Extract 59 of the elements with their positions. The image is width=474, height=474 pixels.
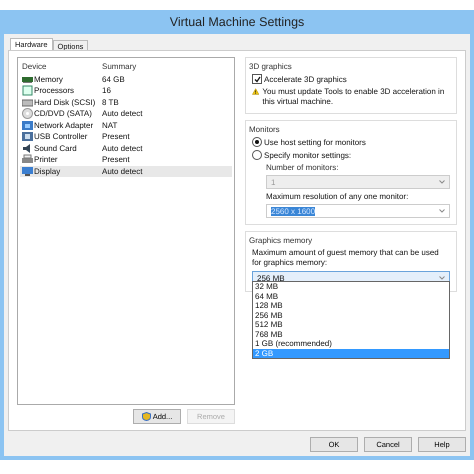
column-header: Summary [101, 62, 136, 72]
radio-button[interactable] [252, 150, 262, 160]
device-row[interactable]: USB Controller Present [20, 131, 232, 142]
checkbox-label: Accelerate 3D graphics [264, 74, 347, 84]
dropdown-option[interactable]: 128 MB [253, 301, 449, 310]
device-summary: 8 TB [101, 98, 119, 107]
shield-icon [142, 412, 151, 421]
display-icon [22, 166, 33, 177]
group-title: 3D graphics [249, 62, 293, 71]
device-summary: Present [101, 132, 130, 142]
device-summary: Auto detect [101, 144, 142, 153]
device-summary: NAT [101, 120, 118, 130]
checkbox[interactable] [252, 74, 262, 84]
dropdown-option[interactable]: 64 MB [253, 292, 449, 301]
radio-label: Specify monitor settings: [264, 150, 352, 160]
device-row[interactable]: Printer Present [20, 154, 232, 166]
device-row[interactable]: Sound Card Auto detect [20, 142, 232, 154]
device-name: Printer [34, 155, 58, 164]
device-row[interactable]: Processors 16 [20, 85, 232, 96]
field-label: Maximum resolution of any one monitor: [266, 192, 410, 201]
device-name: CD/DVD (SATA) [34, 109, 92, 118]
device-name: Hard Disk (SCSI) [34, 98, 96, 107]
device-row[interactable]: Display Auto detect [20, 166, 232, 177]
dropdown-option[interactable]: 1 GB (recommended) [253, 339, 449, 348]
window-title: Virtual Machine Settings [168, 14, 306, 31]
device-summary: 64 GB [101, 74, 125, 84]
device-summary: Auto detect [101, 166, 142, 176]
device-name: USB Controller [34, 132, 88, 142]
dropdown-option[interactable]: 768 MB [253, 330, 449, 339]
group-title: Graphics memory [249, 236, 314, 245]
device-summary: Auto detect [101, 109, 142, 118]
device-summary: Present [101, 155, 130, 164]
cd-icon [22, 108, 33, 120]
device-name: Display [34, 166, 60, 176]
radio-label: Use host setting for monitors [264, 138, 366, 146]
device-row[interactable]: CD/DVD (SATA) Auto detect [20, 108, 232, 120]
device-name: Network Adapter [34, 120, 94, 130]
device-name: Memory [34, 74, 63, 84]
device-row[interactable]: Hard Disk (SCSI) 8 TB [20, 96, 232, 108]
sound-icon [22, 142, 33, 154]
dropdown-option[interactable]: 32 MB [253, 282, 449, 292]
dropdown-option[interactable]: 256 MB [253, 310, 449, 320]
dropdown-option[interactable]: 512 MB [253, 320, 449, 330]
device-row[interactable]: Network Adapter NAT [20, 120, 232, 131]
usb-icon [22, 131, 33, 142]
device-name: Processors [34, 86, 74, 96]
processor-icon [22, 85, 33, 96]
radio-button[interactable] [252, 137, 262, 147]
warning-icon [252, 87, 260, 96]
description-text: Maximum amount of guest memory that can be used for graphics memory: [252, 248, 440, 268]
printer-icon [22, 154, 33, 166]
column-header: Device [21, 62, 48, 72]
network-icon [22, 120, 33, 131]
warning-text: You must update Tools to enable 3D acceleration in this virtual machine. [262, 87, 446, 107]
device-summary: 16 [101, 86, 111, 96]
group-title: Monitors [249, 125, 281, 134]
field-label: Number of monitors: [266, 163, 340, 172]
device-row[interactable]: Memory 64 GB [20, 74, 232, 85]
device-name: Sound Card [34, 144, 77, 153]
